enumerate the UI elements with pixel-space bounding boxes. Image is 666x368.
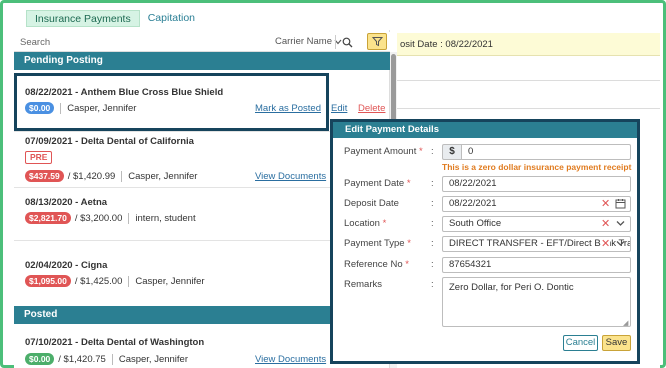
clear-icon[interactable]: ✕: [601, 219, 610, 230]
colon: :: [431, 218, 434, 229]
clear-icon[interactable]: ✕: [601, 199, 610, 210]
payment-title: 02/04/2020 - Cigna: [25, 260, 108, 271]
delete-link[interactable]: Delete: [358, 103, 385, 114]
required-marker: *: [419, 146, 423, 157]
remarks-textarea[interactable]: Zero Dollar, for Peri O. Dontic: [442, 277, 631, 327]
separator: [111, 353, 113, 365]
payment-title: 08/22/2021 - Anthem Blue Cross Blue Shie…: [25, 87, 224, 98]
cancel-button[interactable]: Cancel: [563, 335, 598, 351]
currency-addon: $: [442, 144, 462, 160]
payment-title: 07/10/2021 - Delta Dental of Washington: [25, 337, 205, 348]
divider: [397, 108, 660, 109]
pre-badge: PRE: [25, 151, 53, 164]
search-icon: [342, 37, 352, 47]
separator: [121, 170, 123, 182]
zero-dollar-warning: This is a zero dollar insurance payment …: [442, 162, 632, 172]
carrier-name-select[interactable]: Carrier Name: [275, 36, 342, 47]
label-text: Payment Date: [344, 178, 405, 189]
modal-title: Edit Payment Details: [333, 122, 637, 138]
payment-total: / $1,425.00: [74, 275, 123, 287]
reference-no-label: Reference No *: [344, 259, 409, 270]
carrier-select-label: Carrier Name: [275, 36, 333, 47]
required-marker: *: [382, 218, 387, 229]
search-input[interactable]: [20, 35, 270, 49]
payment-total: / $1,420.75: [58, 353, 106, 365]
separator: [128, 212, 130, 224]
pending-posting-header: Pending Posting: [14, 52, 390, 70]
payment-date-label: Payment Date *: [344, 178, 411, 189]
patient-name: Casper, Jennifer: [67, 102, 137, 114]
patient-name: intern, student: [135, 212, 196, 224]
payment-summary: $0.00 Casper, Jennifer: [25, 102, 136, 114]
divider: [397, 80, 660, 81]
filter-button[interactable]: [367, 33, 387, 50]
remarks-label: Remarks: [344, 279, 383, 290]
label-text: Payment Amount: [344, 146, 417, 157]
amount-pill: $437.59: [25, 170, 64, 182]
chevron-down-icon[interactable]: [616, 240, 625, 247]
label-text: Reference No: [344, 259, 403, 270]
payment-type-label: Payment Type *: [344, 238, 411, 249]
amount-pill: $1,095.00: [25, 275, 71, 287]
separator: [335, 35, 336, 49]
separator: [60, 102, 62, 114]
payment-summary: $437.59 / $1,420.99 Casper, Jennifer: [25, 170, 197, 182]
colon: :: [431, 279, 434, 290]
separator: [128, 275, 130, 287]
payment-amount-input[interactable]: 0: [461, 144, 631, 160]
search-button[interactable]: [340, 34, 354, 50]
amount-pill: $0.00: [25, 353, 55, 365]
clear-icon[interactable]: ✕: [601, 239, 611, 250]
required-marker: *: [405, 259, 409, 270]
patient-name: Casper, Jennifer: [118, 353, 189, 365]
payment-date-input[interactable]: 08/22/2021: [442, 176, 631, 192]
label-text: Location: [344, 218, 380, 229]
amount-pill: $0.00: [25, 102, 55, 114]
label-text: Payment Type: [344, 238, 405, 249]
colon: :: [431, 178, 434, 189]
deposit-date-label: Deposit Date: [344, 198, 399, 209]
chevron-down-icon[interactable]: [616, 220, 625, 227]
colon: :: [431, 146, 434, 157]
patient-name: Casper, Jennifer: [135, 275, 205, 287]
payment-title: 07/09/2021 - Delta Dental of California: [25, 136, 194, 147]
location-label: Location *: [344, 218, 386, 229]
filter-icon: [371, 37, 383, 47]
patient-name: Casper, Jennifer: [128, 170, 198, 182]
payment-title: 08/13/2020 - Aetna: [25, 197, 108, 208]
payment-total: / $1,420.99: [67, 170, 116, 182]
edit-link[interactable]: Edit: [331, 103, 347, 114]
payment-summary: $1,095.00 / $1,425.00 Casper, Jennifer: [25, 275, 205, 287]
reference-no-input[interactable]: 87654321: [442, 257, 631, 273]
save-button[interactable]: Save: [602, 335, 631, 351]
calendar-icon[interactable]: [615, 198, 626, 209]
colon: :: [431, 198, 434, 209]
amount-pill: $2,821.70: [25, 212, 71, 224]
payment-summary: $2,821.70 / $3,200.00 intern, student: [25, 212, 196, 224]
colon: :: [431, 238, 434, 249]
required-marker: *: [407, 238, 411, 249]
tab-capitation[interactable]: Capitation: [140, 10, 203, 27]
view-documents-link[interactable]: View Documents: [255, 171, 326, 182]
tab-bar: Insurance Payments Capitation: [26, 10, 203, 27]
payment-amount-label: Payment Amount *: [344, 146, 423, 157]
resize-handle-icon[interactable]: ◢: [623, 319, 628, 327]
view-documents-link[interactable]: View Documents: [255, 354, 326, 365]
payment-total: / $3,200.00: [74, 212, 123, 224]
deposit-date-text: osit Date : 08/22/2021: [400, 39, 493, 50]
mark-as-posted-link[interactable]: Mark as Posted: [255, 103, 321, 114]
tab-insurance-payments[interactable]: Insurance Payments: [26, 10, 140, 27]
colon: :: [431, 259, 434, 270]
required-marker: *: [406, 178, 411, 189]
payment-summary: $0.00 / $1,420.75 Casper, Jennifer: [25, 353, 188, 365]
